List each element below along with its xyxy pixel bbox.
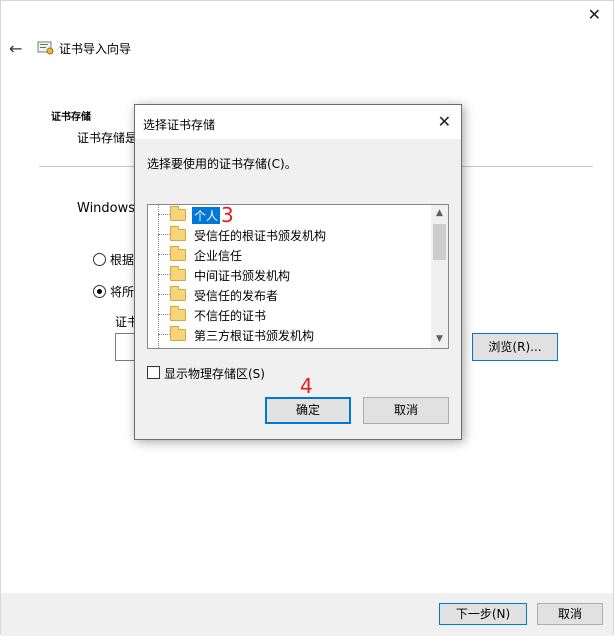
tree-item-label: 不信任的证书: [194, 309, 267, 323]
windows-text: Windows: [77, 201, 136, 216]
section-description: 证书存储是: [77, 131, 138, 145]
tree-connector: [158, 214, 170, 215]
tree-item-untrusted[interactable]: 不信任的证书: [148, 305, 428, 325]
select-certificate-store-dialog: 选择证书存储 ✕ 选择要使用的证书存储(C)。 个人 受信任的根证书颁发机构 企…: [134, 104, 462, 440]
tree-item-third-party-root[interactable]: 第三方根证书颁发机构: [148, 325, 428, 345]
tree-item-label: 个人: [192, 207, 221, 224]
tree-item-label: 中间证书颁发机构: [194, 269, 291, 283]
tree-item-trusted-root[interactable]: 受信任的根证书颁发机构: [148, 225, 428, 245]
tree-item-intermediate-ca[interactable]: 中间证书颁发机构: [148, 265, 428, 285]
ok-button[interactable]: 确定: [265, 397, 351, 424]
tree-connector: [158, 234, 170, 235]
tree-connector: [158, 294, 170, 295]
tree-scrollbar[interactable]: ▲ ▼: [431, 205, 448, 348]
dialog-close-icon[interactable]: ✕: [438, 112, 451, 131]
manual-store-radio[interactable]: [93, 285, 106, 298]
wizard-title: 证书导入向导: [59, 42, 132, 56]
tree-item-personal[interactable]: 个人: [148, 205, 428, 225]
browse-button[interactable]: 浏览(R)...: [472, 333, 558, 361]
manual-store-label: 将所: [110, 285, 135, 299]
tree-connector: [158, 254, 170, 255]
section-title: 证书存储: [51, 112, 91, 123]
tree-item-trusted-publishers[interactable]: 受信任的发布者: [148, 285, 428, 305]
show-physical-stores-checkbox[interactable]: [147, 366, 160, 379]
folder-icon: [170, 326, 186, 341]
folder-icon: [170, 206, 186, 221]
dialog-prompt: 选择要使用的证书存储(C)。: [147, 157, 297, 171]
tree-item-label: 企业信任: [194, 249, 243, 263]
folder-icon: [170, 246, 186, 261]
dialog-title: 选择证书存储: [143, 118, 216, 132]
dialog-titlebar: 选择证书存储 ✕: [135, 105, 461, 139]
folder-icon: [170, 286, 186, 301]
wizard-cancel-button[interactable]: 取消: [537, 603, 603, 625]
auto-select-store-radio[interactable]: [93, 253, 106, 266]
scroll-up-icon[interactable]: ▲: [431, 205, 448, 222]
back-arrow-icon[interactable]: ←: [9, 39, 22, 58]
scroll-down-icon[interactable]: ▼: [431, 331, 448, 348]
folder-icon: [170, 266, 186, 281]
scroll-thumb[interactable]: [433, 224, 446, 260]
auto-select-store-label: 根据: [110, 253, 135, 267]
wizard-close-icon[interactable]: ✕: [588, 5, 601, 24]
tree-connector: [158, 274, 170, 275]
annotation-step-4: 4: [300, 374, 313, 398]
tree-item-label: 受信任的根证书颁发机构: [194, 229, 327, 243]
certificate-icon: [37, 41, 54, 55]
tree-item-enterprise-trust[interactable]: 企业信任: [148, 245, 428, 265]
dialog-cancel-button[interactable]: 取消: [363, 397, 449, 424]
certificate-store-tree[interactable]: 个人 受信任的根证书颁发机构 企业信任 中间证书颁发机构 受信任的发布者 不信任…: [147, 204, 449, 349]
tree-item-label: 受信任的发布者: [194, 289, 279, 303]
folder-icon: [170, 306, 186, 321]
show-physical-stores-label: 显示物理存储区(S): [164, 367, 265, 381]
tree-item-label: 第三方根证书颁发机构: [194, 329, 315, 343]
annotation-step-3: 3: [221, 203, 234, 227]
tree-connector: [158, 314, 170, 315]
tree-connector: [158, 334, 170, 335]
next-button[interactable]: 下一步(N): [439, 603, 527, 625]
folder-icon: [170, 226, 186, 241]
